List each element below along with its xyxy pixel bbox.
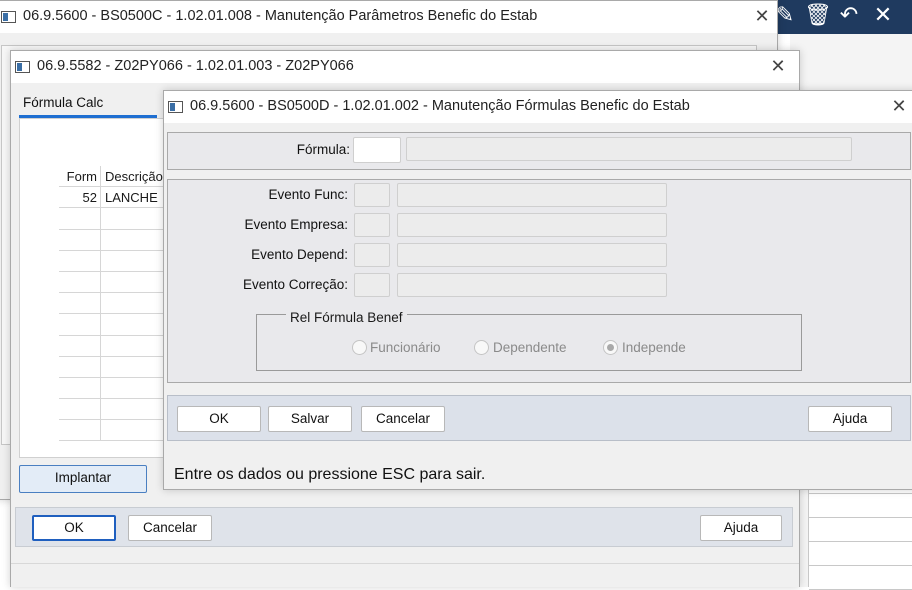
evento-func-desc <box>397 183 667 207</box>
titlebar: 06.9.5600 - BS0500C - 1.02.01.008 - Manu… <box>0 1 777 33</box>
table-row[interactable] <box>59 208 169 230</box>
table-row[interactable] <box>59 420 169 442</box>
table-row[interactable]: 52 LANCHE <box>59 187 169 209</box>
table-row[interactable] <box>59 356 169 378</box>
main-toolbar: ✎ 🗑 ↶ ✕ <box>770 0 912 34</box>
table-row[interactable] <box>59 335 169 357</box>
rel-formula-legend: Rel Fórmula Benef <box>286 310 407 325</box>
cell-form: 52 <box>59 187 101 208</box>
table-row[interactable] <box>59 229 169 251</box>
cell-descricao: LANCHE <box>105 190 158 206</box>
evento-empresa-code[interactable] <box>354 213 390 237</box>
window-title: 06.9.5600 - BS0500D - 1.02.01.002 - Manu… <box>190 98 690 114</box>
help-button[interactable]: Ajuda <box>808 406 892 432</box>
radio-funcionario-label[interactable]: Funcionário <box>370 340 441 355</box>
formula-group: Fórmula: <box>167 132 911 170</box>
save-button[interactable]: Salvar <box>268 406 352 432</box>
evento-correcao-code[interactable] <box>354 273 390 297</box>
ok-button[interactable]: OK <box>32 515 116 541</box>
evento-func-label: Evento Func: <box>268 187 348 202</box>
window-title: 06.9.5582 - Z02PY066 - 1.02.01.003 - Z02… <box>37 58 354 74</box>
window-icon <box>15 61 30 73</box>
events-group: Evento Func: Evento Empresa: Evento Depe… <box>167 179 911 383</box>
trash-icon[interactable]: 🗑 <box>804 2 832 30</box>
implantar-button[interactable]: Implantar <box>19 465 147 493</box>
window-formulas: 06.9.5600 - BS0500D - 1.02.01.002 - Manu… <box>163 90 912 490</box>
window-icon <box>1 11 16 23</box>
evento-depend-code[interactable] <box>354 243 390 267</box>
help-button[interactable]: Ajuda <box>700 515 782 541</box>
status-bar <box>11 563 799 587</box>
window-icon <box>168 101 183 113</box>
column-header-form[interactable]: Form <box>59 166 101 187</box>
formula-label: Fórmula: <box>296 142 350 157</box>
radio-funcionario[interactable] <box>352 340 367 355</box>
evento-correcao-desc <box>397 273 667 297</box>
button-bar: OK Cancelar Ajuda <box>15 507 793 547</box>
radio-independe[interactable] <box>603 340 618 355</box>
ok-button[interactable]: OK <box>177 406 261 432</box>
formula-grid[interactable]: Form Descrição 52 LANCHE <box>59 166 169 442</box>
titlebar: 06.9.5600 - BS0500D - 1.02.01.002 - Manu… <box>164 91 912 123</box>
table-row[interactable] <box>59 250 169 272</box>
column-header-descricao[interactable]: Descrição <box>102 166 169 186</box>
undo-icon[interactable]: ↶ <box>836 2 862 30</box>
titlebar: 06.9.5582 - Z02PY066 - 1.02.01.003 - Z02… <box>11 51 799 83</box>
table-row[interactable] <box>59 314 169 336</box>
radio-dependente[interactable] <box>474 340 489 355</box>
status-message: Entre os dados ou pressione ESC para sai… <box>174 466 486 483</box>
formula-description-field <box>406 137 852 161</box>
close-icon[interactable]: ✕ <box>870 2 896 30</box>
cancel-button[interactable]: Cancelar <box>128 515 212 541</box>
evento-func-code[interactable] <box>354 183 390 207</box>
radio-independe-label[interactable]: Independe <box>622 340 686 355</box>
radio-dependente-label[interactable]: Dependente <box>493 340 567 355</box>
table-row[interactable] <box>59 399 169 421</box>
evento-empresa-desc <box>397 213 667 237</box>
evento-depend-label: Evento Depend: <box>251 247 348 262</box>
table-row[interactable] <box>59 293 169 315</box>
close-icon[interactable]: ✕ <box>886 95 912 119</box>
formula-input[interactable] <box>353 137 401 163</box>
tab-formula-calc[interactable]: Fórmula Calc <box>23 95 103 110</box>
button-bar: OK Salvar Cancelar Ajuda <box>167 395 911 441</box>
evento-depend-desc <box>397 243 667 267</box>
table-row[interactable] <box>59 377 169 400</box>
evento-correcao-label: Evento Correção: <box>242 277 348 292</box>
table-row[interactable] <box>59 271 169 294</box>
close-icon[interactable]: ✕ <box>765 55 791 79</box>
window-title: 06.9.5600 - BS0500C - 1.02.01.008 - Manu… <box>23 8 538 24</box>
cancel-button[interactable]: Cancelar <box>361 406 445 432</box>
grid-header: Form Descrição <box>59 166 169 188</box>
evento-empresa-label: Evento Empresa: <box>244 217 348 232</box>
close-icon[interactable]: ✕ <box>749 5 775 29</box>
